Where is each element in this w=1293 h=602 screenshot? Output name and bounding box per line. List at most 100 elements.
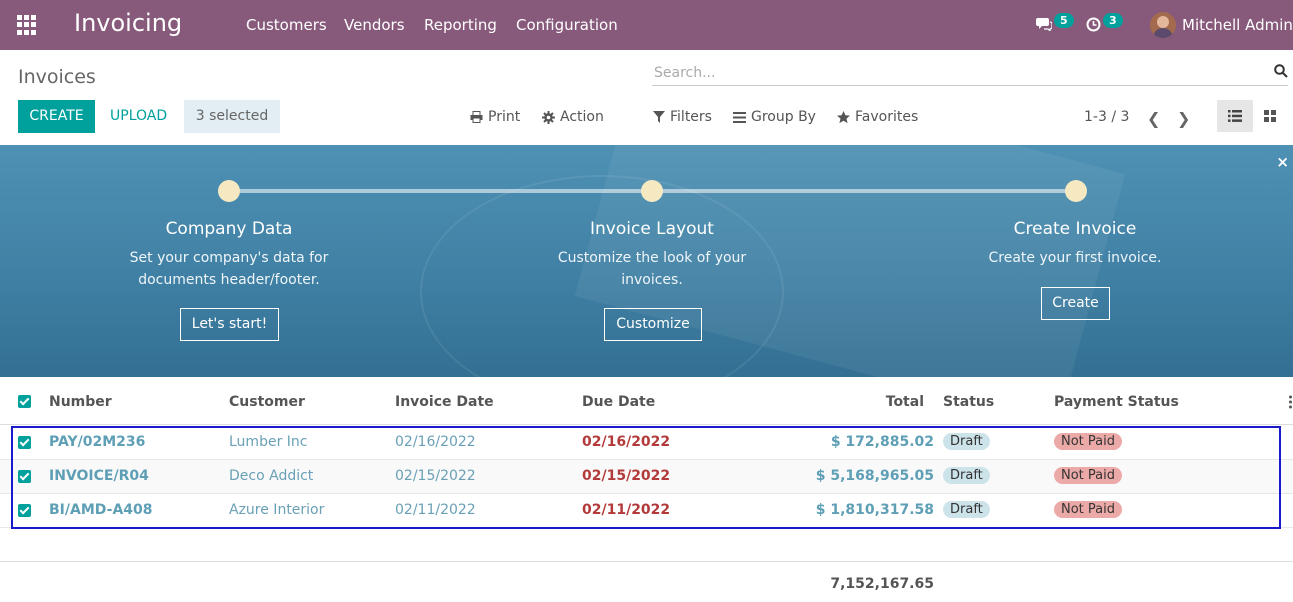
- invoice-number[interactable]: PAY/02M236: [49, 434, 145, 450]
- due-date[interactable]: 02/16/2022: [582, 434, 670, 450]
- table-row[interactable]: INVOICE/R04 Deco Addict 02/15/2022 02/15…: [0, 460, 1293, 494]
- messages-count-badge: 5: [1054, 12, 1074, 28]
- step-dot-invoice-layout: [641, 180, 663, 202]
- kanban-view-icon: [1264, 110, 1276, 122]
- total-amount[interactable]: $ 5,168,965.05: [734, 468, 934, 484]
- table-footer-divider: [0, 561, 1293, 562]
- print-button[interactable]: Print: [470, 109, 520, 125]
- payment-status-badge: Not Paid: [1054, 501, 1122, 518]
- column-number[interactable]: Number: [49, 394, 112, 410]
- close-banner-icon[interactable]: ×: [1276, 153, 1289, 171]
- activities-count-badge: 3: [1103, 12, 1123, 28]
- step-desc-line: Create your first invoice.: [988, 250, 1162, 266]
- row-checkbox[interactable]: [18, 504, 31, 517]
- pager-previous-icon[interactable]: ❮: [1147, 109, 1160, 128]
- page-title: Invoices: [18, 66, 96, 88]
- pager-value[interactable]: 1-3 / 3: [1084, 109, 1129, 125]
- selected-count[interactable]: 3 selected: [184, 100, 280, 133]
- filters-button[interactable]: Filters: [653, 109, 712, 125]
- messages-button[interactable]: 5: [1036, 12, 1074, 36]
- groupby-button[interactable]: Group By: [733, 109, 816, 125]
- top-navbar: Invoicing Customers Vendors Reporting Co…: [0, 0, 1293, 50]
- action-button[interactable]: Action: [542, 109, 604, 125]
- action-label: Action: [560, 109, 604, 125]
- step-title-company-data: Company Data: [165, 219, 293, 239]
- column-payment-status[interactable]: Payment Status: [1054, 394, 1179, 410]
- customer-name[interactable]: Lumber Inc: [229, 434, 307, 450]
- customer-name[interactable]: Azure Interior: [229, 502, 324, 518]
- create-button[interactable]: CREATE: [18, 100, 95, 133]
- groupby-label: Group By: [751, 109, 816, 125]
- invoice-number[interactable]: BI/AMD-A408: [49, 502, 153, 518]
- row-checkbox[interactable]: [18, 436, 31, 449]
- select-all-checkbox[interactable]: [18, 395, 31, 408]
- print-icon: [470, 111, 483, 123]
- gear-icon: [542, 110, 555, 124]
- onboarding-banner: × Company Data Set your company's data f…: [0, 145, 1293, 377]
- list-view-icon: [1228, 110, 1242, 122]
- status-badge: Draft: [943, 467, 990, 484]
- grand-total: 7,152,167.65: [830, 576, 934, 592]
- status-badge: Draft: [943, 501, 990, 518]
- step-dot-company-data: [218, 180, 240, 202]
- app-title: Invoicing: [74, 9, 183, 37]
- menu-vendors[interactable]: Vendors: [344, 16, 405, 34]
- table-row[interactable]: PAY/02M236 Lumber Inc 02/16/2022 02/16/2…: [0, 426, 1293, 460]
- list-icon: [733, 111, 746, 123]
- avatar[interactable]: [1150, 12, 1176, 38]
- search-icon[interactable]: [1274, 64, 1288, 78]
- activities-button[interactable]: 3: [1086, 12, 1123, 36]
- step-desc-line: invoices.: [621, 272, 683, 288]
- step-title-invoice-layout: Invoice Layout: [590, 219, 714, 239]
- customer-name[interactable]: Deco Addict: [229, 468, 313, 484]
- kanban-view-button[interactable]: [1256, 100, 1284, 132]
- column-options-icon[interactable]: [1288, 394, 1293, 410]
- column-status[interactable]: Status: [943, 394, 994, 410]
- apps-menu-icon[interactable]: [17, 15, 37, 35]
- step-desc-invoice-layout: Customize the look of your invoices.: [532, 247, 772, 291]
- print-label: Print: [488, 109, 521, 125]
- step-desc-line: Customize the look of your: [557, 250, 747, 266]
- favorites-label: Favorites: [855, 109, 919, 125]
- column-due-date[interactable]: Due Date: [582, 394, 655, 410]
- table-header: Number Customer Invoice Date Due Date To…: [0, 378, 1293, 425]
- status-badge: Draft: [943, 433, 990, 450]
- total-amount[interactable]: $ 1,810,317.58: [734, 502, 934, 518]
- column-customer[interactable]: Customer: [229, 394, 305, 410]
- menu-configuration[interactable]: Configuration: [516, 16, 618, 34]
- favorites-button[interactable]: Favorites: [837, 109, 918, 125]
- upload-button[interactable]: UPLOAD: [100, 100, 177, 133]
- invoice-date[interactable]: 02/16/2022: [395, 434, 476, 450]
- step-desc-company-data: Set your company's data for documents he…: [109, 247, 349, 291]
- step-desc-create-invoice: Create your first invoice.: [955, 247, 1195, 269]
- total-amount[interactable]: $ 172,885.02: [734, 434, 934, 450]
- payment-status-badge: Not Paid: [1054, 467, 1122, 484]
- search-bar[interactable]: Search...: [652, 61, 1288, 86]
- lets-start-button[interactable]: Let's start!: [180, 308, 279, 341]
- star-icon: [837, 110, 850, 123]
- column-invoice-date[interactable]: Invoice Date: [395, 394, 494, 410]
- search-input[interactable]: Search...: [654, 65, 715, 81]
- invoice-date[interactable]: 02/15/2022: [395, 468, 476, 484]
- due-date[interactable]: 02/11/2022: [582, 502, 670, 518]
- column-total[interactable]: Total: [724, 394, 924, 410]
- step-desc-line: Set your company's data for: [129, 250, 329, 266]
- step-title-create-invoice: Create Invoice: [1013, 219, 1137, 239]
- row-checkbox[interactable]: [18, 470, 31, 483]
- create-invoice-button[interactable]: Create: [1041, 287, 1110, 320]
- pager-next-icon[interactable]: ❯: [1177, 109, 1190, 128]
- list-view-button[interactable]: [1217, 100, 1253, 132]
- step-desc-line: documents header/footer.: [138, 272, 320, 288]
- customize-button[interactable]: Customize: [604, 308, 702, 341]
- filters-label: Filters: [670, 109, 712, 125]
- payment-status-badge: Not Paid: [1054, 433, 1122, 450]
- invoice-date[interactable]: 02/11/2022: [395, 502, 476, 518]
- table-row[interactable]: BI/AMD-A408 Azure Interior 02/11/2022 02…: [0, 494, 1293, 528]
- due-date[interactable]: 02/15/2022: [582, 468, 670, 484]
- invoice-number[interactable]: INVOICE/R04: [49, 468, 149, 484]
- user-name[interactable]: Mitchell Admin: [1182, 16, 1293, 34]
- menu-reporting[interactable]: Reporting: [424, 16, 497, 34]
- step-dot-create-invoice: [1065, 180, 1087, 202]
- menu-customers[interactable]: Customers: [246, 16, 327, 34]
- chat-icon: [1036, 18, 1052, 31]
